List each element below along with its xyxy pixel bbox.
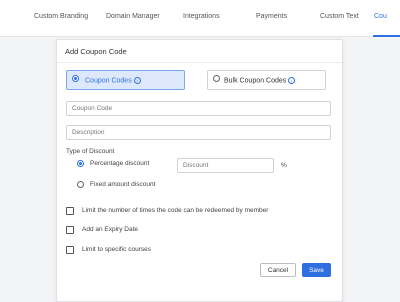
- discount-input[interactable]: [177, 158, 274, 173]
- type-of-discount-label: Type of Discount: [66, 148, 115, 155]
- specific-courses-option[interactable]: Limit to specific courses: [66, 246, 216, 254]
- percent-unit: %: [281, 162, 287, 169]
- description-input[interactable]: [66, 125, 331, 140]
- modal-header-divider: [57, 62, 342, 63]
- percentage-discount-option[interactable]: Percentage discount: [77, 160, 177, 168]
- bulk-coupon-codes-option[interactable]: Bulk Coupon Codes i: [207, 70, 326, 90]
- tab-custom-text[interactable]: Custom Text: [320, 13, 359, 20]
- save-button[interactable]: Save: [302, 263, 331, 277]
- expiry-date-option[interactable]: Add an Expiry Date: [66, 226, 216, 234]
- tab-integrations[interactable]: Integrations: [183, 13, 220, 20]
- limit-redemptions-option[interactable]: Limit the number of times the code can b…: [66, 207, 326, 215]
- tab-domain-manager[interactable]: Domain Manager: [106, 13, 160, 20]
- specific-courses-label: Limit to specific courses: [82, 246, 151, 253]
- cancel-button[interactable]: Cancel: [260, 263, 296, 277]
- tab-custom-branding[interactable]: Custom Branding: [34, 13, 88, 20]
- info-icon[interactable]: i: [288, 77, 296, 84]
- active-tab-indicator: [373, 35, 400, 37]
- fixed-amount-discount-option[interactable]: Fixed amount discount: [77, 181, 177, 189]
- coupon-codes-option[interactable]: Coupon Codes i: [66, 70, 185, 90]
- limit-redemptions-label: Limit the number of times the code can b…: [82, 207, 269, 214]
- percentage-discount-label: Percentage discount: [90, 160, 150, 167]
- coupon-code-input[interactable]: [66, 101, 331, 116]
- specific-courses-checkbox[interactable]: [66, 246, 74, 254]
- coupon-codes-label: Coupon Codes i: [85, 77, 141, 84]
- bulk-coupon-codes-radio[interactable]: [213, 75, 220, 82]
- limit-redemptions-checkbox[interactable]: [66, 207, 74, 215]
- tab-payments[interactable]: Payments: [256, 13, 287, 20]
- tab-coupons[interactable]: Cou: [374, 13, 387, 20]
- modal-title: Add Coupon Code: [65, 47, 127, 56]
- add-coupon-modal: Add Coupon Code Coupon Codes i Bulk Coupo…: [56, 39, 343, 302]
- settings-tab-bar: Custom Branding Domain Manager Integrati…: [0, 0, 400, 37]
- expiry-date-checkbox[interactable]: [66, 226, 74, 234]
- fixed-amount-discount-label: Fixed amount discount: [90, 181, 156, 188]
- coupon-codes-radio[interactable]: [72, 75, 79, 82]
- expiry-date-label: Add an Expiry Date: [82, 226, 139, 233]
- info-icon[interactable]: i: [133, 77, 141, 84]
- fixed-amount-discount-radio[interactable]: [77, 181, 84, 188]
- bulk-coupon-codes-label: Bulk Coupon Codes i: [224, 77, 296, 84]
- percentage-discount-radio[interactable]: [77, 160, 84, 167]
